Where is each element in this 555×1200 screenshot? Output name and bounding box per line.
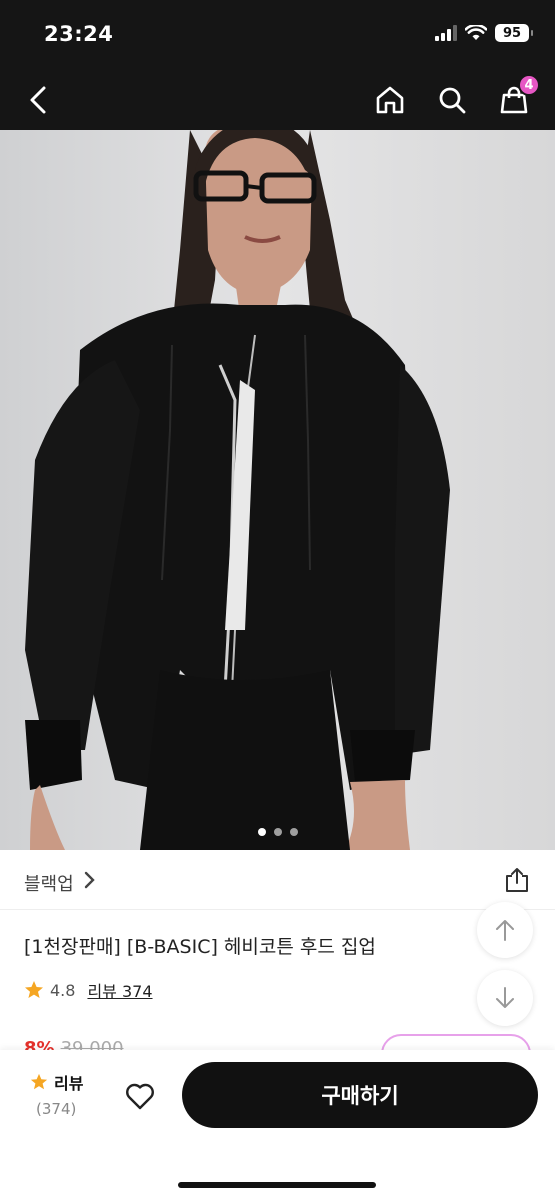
battery-icon: 95	[495, 24, 533, 42]
share-button[interactable]	[503, 866, 531, 894]
arrow-down-icon	[496, 987, 514, 1008]
product-image[interactable]	[0, 130, 555, 850]
scroll-up-button[interactable]	[477, 902, 533, 958]
product-photo	[0, 130, 555, 850]
review-link[interactable]: 리뷰 374	[87, 978, 152, 1002]
bottom-review-summary[interactable]: 리뷰 (374)	[30, 1070, 83, 1118]
product-title: [1천장판매] [B-BASIC] 헤비코튼 후드 집업	[24, 936, 376, 958]
heart-icon	[126, 1083, 154, 1110]
search-icon	[439, 87, 466, 114]
bottom-review-count: (374)	[36, 1100, 77, 1118]
back-icon	[30, 86, 46, 114]
buy-button[interactable]: 구매하기	[182, 1062, 538, 1128]
scroll-down-button[interactable]	[477, 970, 533, 1026]
signal-icon	[435, 25, 457, 41]
status-icons: 95	[435, 24, 533, 42]
status-bar: 23:24 95	[0, 0, 555, 70]
home-indicator	[178, 1182, 376, 1188]
star-icon	[25, 981, 43, 998]
status-time: 23:24	[44, 22, 114, 46]
search-button[interactable]	[432, 80, 472, 120]
gallery-dot[interactable]	[289, 828, 298, 836]
home-icon	[376, 86, 404, 114]
back-button[interactable]	[18, 80, 58, 120]
gallery-dots	[0, 828, 555, 836]
share-icon	[506, 868, 528, 892]
star-icon	[30, 1073, 48, 1090]
wishlist-button[interactable]	[122, 1078, 158, 1114]
rating-value: 4.8	[50, 980, 76, 1000]
wifi-icon	[465, 25, 487, 40]
chevron-right-icon	[84, 871, 95, 889]
bottom-action-bar: 리뷰 (374) 구매하기	[0, 1050, 555, 1200]
cart-badge: 4	[518, 74, 540, 96]
top-nav: 4	[0, 70, 555, 130]
brand-row[interactable]: 블랙업	[0, 850, 555, 910]
home-button[interactable]	[370, 80, 410, 120]
cart-button[interactable]: 4	[494, 74, 540, 120]
gallery-dot[interactable]	[257, 828, 266, 836]
bottom-review-label: 리뷰	[54, 1074, 84, 1093]
brand-name[interactable]: 블랙업	[24, 870, 74, 896]
gallery-dot[interactable]	[273, 828, 282, 836]
rating-row: 4.8 리뷰 374	[24, 978, 153, 1002]
arrow-up-icon	[496, 920, 514, 941]
